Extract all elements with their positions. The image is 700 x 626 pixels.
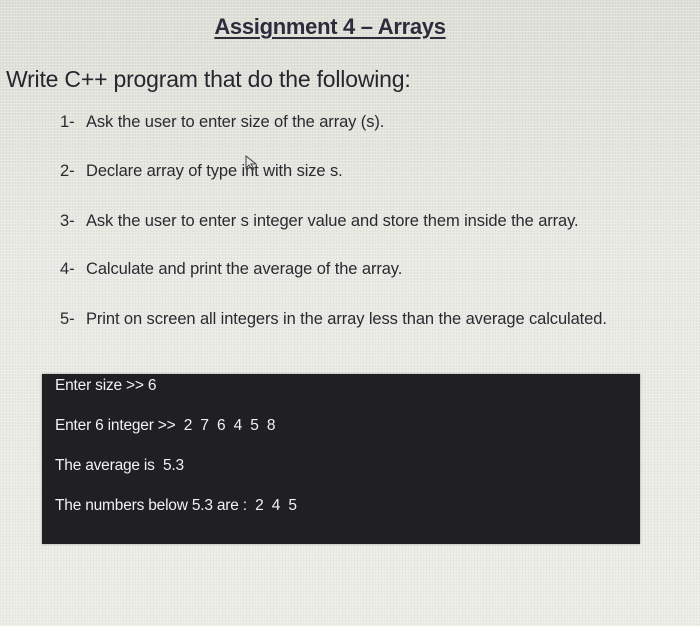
step-number: 5- bbox=[60, 310, 75, 328]
step-item: 2- Declare array of type int with size s. bbox=[60, 162, 343, 181]
console-line: The average is 5.3 bbox=[55, 457, 184, 474]
step-item: 4- Calculate and print the average of the… bbox=[60, 260, 402, 279]
step-text: Declare array of type int with size s. bbox=[86, 162, 343, 180]
console-line: Enter 6 integer >> 2 7 6 4 5 8 bbox=[55, 417, 276, 434]
step-item: 1- Ask the user to enter size of the arra… bbox=[60, 113, 384, 132]
step-item: 3- Ask the user to enter s integer value … bbox=[60, 212, 579, 231]
assignment-title: Assignment 4 – Arrays bbox=[214, 14, 446, 39]
step-text: Ask the user to enter s integer value an… bbox=[86, 212, 579, 230]
step-text: Calculate and print the average of the a… bbox=[86, 260, 403, 278]
step-text: Print on screen all integers in the arra… bbox=[86, 310, 607, 328]
step-number: 3- bbox=[60, 212, 75, 230]
console-line: Enter size >> 6 bbox=[55, 377, 157, 394]
step-number: 1- bbox=[60, 113, 75, 131]
step-text: Ask the user to enter size of the array … bbox=[86, 113, 385, 131]
mouse-pointer-icon bbox=[245, 155, 258, 171]
intro-text: Write C++ program that do the following: bbox=[6, 66, 411, 92]
console-line: The numbers below 5.3 are : 2 4 5 bbox=[55, 497, 297, 514]
step-number: 2- bbox=[60, 162, 75, 180]
step-number: 4- bbox=[60, 260, 75, 278]
console-output: Enter size >> 6 Enter 6 integer >> 2 7 6… bbox=[42, 374, 640, 544]
step-item: 5- Print on screen all integers in the ar… bbox=[60, 310, 607, 329]
